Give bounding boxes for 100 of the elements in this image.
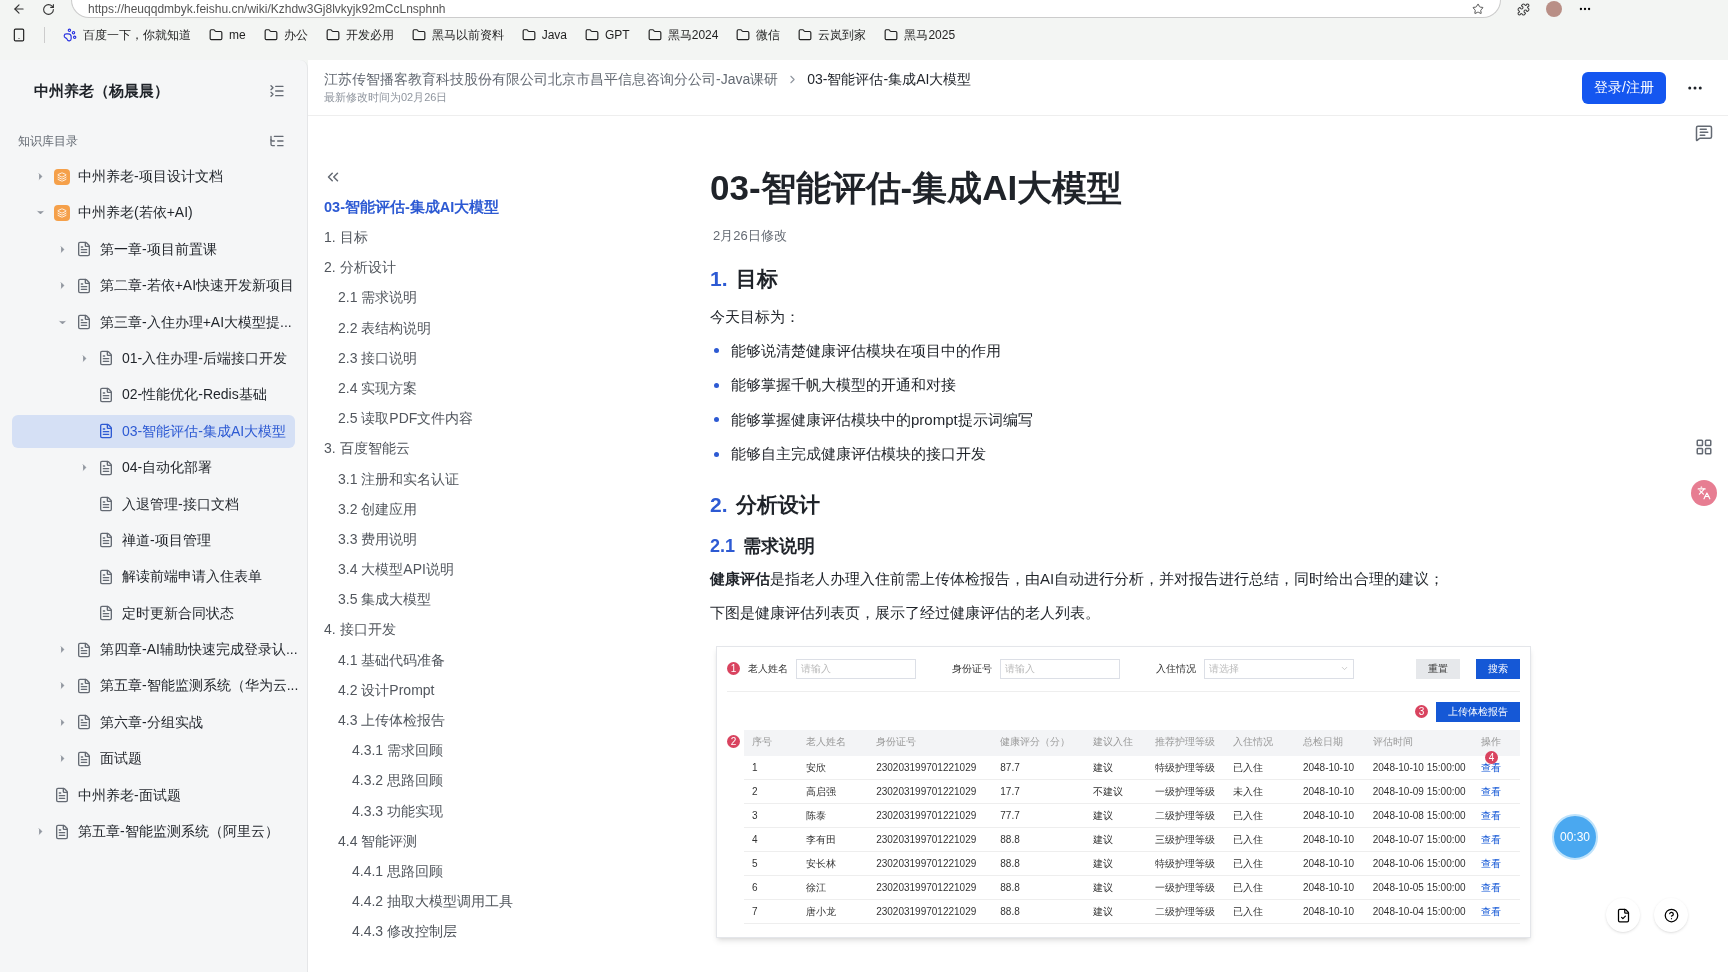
tree-item[interactable]: 中州养老-面试题: [12, 778, 295, 812]
column-header: 健康评分（分）: [992, 729, 1086, 756]
bookmark-link[interactable]: me: [209, 26, 246, 44]
view-link[interactable]: 查看: [1481, 906, 1502, 917]
tree-item[interactable]: 第五章-智能监测系统（阿里云）: [12, 815, 295, 849]
column-header: 入住情况: [1225, 729, 1295, 756]
login-button[interactable]: 登录/注册: [1582, 71, 1666, 104]
tree-item[interactable]: 中州养老(若依+AI): [12, 196, 295, 230]
table-cell: 6: [752, 882, 758, 893]
bookmark-link[interactable]: 云岚到家: [798, 26, 867, 44]
bookmark-link[interactable]: 开发必用: [325, 26, 394, 44]
table-cell: 2048-10-09 15:00:00: [1372, 786, 1466, 797]
toc-link[interactable]: 4.2 设计Prompt: [308, 674, 710, 705]
toc-link[interactable]: 3.2 创建应用: [308, 493, 710, 524]
tree-item[interactable]: 第四章-AI辅助快速完成登录认...: [12, 633, 295, 667]
tree-item[interactable]: 02-性能优化-Redis基础: [12, 378, 295, 412]
table-cell: 未入住: [1233, 786, 1264, 797]
bullet-text: 能够掌握健康评估模块中的prompt提示词编写: [731, 409, 1033, 430]
address-bar[interactable]: https://heuqqdmbyk.feishu.cn/wiki/Kzhdw3Gj8lvkyjk92mCcLnsphnh: [71, 0, 1501, 18]
outline-icon[interactable]: [269, 133, 285, 149]
table-cell: 77.7: [1000, 810, 1020, 821]
avatar-icon[interactable]: [1546, 1, 1562, 17]
comment-icon[interactable]: [1695, 124, 1713, 142]
tree-item[interactable]: 中州养老-项目设计文档: [12, 160, 295, 193]
toc-link[interactable]: 2.5 读取PDF文件内容: [308, 403, 710, 434]
table-cell: 2048-10-10: [1302, 882, 1355, 893]
toc-link[interactable]: 4.3 上传体检报告: [308, 705, 710, 736]
toc-link[interactable]: 4.4.1 思路回顾: [308, 855, 710, 887]
toc-link[interactable]: 4.3.2 思路回顾: [308, 765, 710, 796]
view-link[interactable]: 查看: [1481, 761, 1502, 773]
tree-item[interactable]: 禅道-项目管理: [12, 523, 295, 557]
table-cell: 2048-10-10: [1302, 786, 1355, 797]
tree-item[interactable]: 第三章-入住办理+AI大模型提...: [12, 305, 295, 339]
refresh-icon[interactable]: [42, 2, 55, 16]
toc-link[interactable]: 2.2 表结构说明: [308, 312, 710, 343]
toc-link[interactable]: 2.3 接口说明: [308, 342, 710, 373]
help-icon[interactable]: [1654, 898, 1688, 932]
table-cell: 17.7: [1000, 786, 1020, 797]
column-header: 推荐护理等级: [1147, 729, 1226, 756]
document-icon: [98, 350, 114, 367]
table-cell: 2048-10-10: [1302, 906, 1355, 917]
bookmark-link[interactable]: 办公: [263, 26, 308, 44]
view-link[interactable]: 查看: [1481, 786, 1502, 797]
toc-link[interactable]: 3.4 大模型API说明: [308, 554, 710, 585]
toc-link[interactable]: 1. 目标: [308, 222, 710, 253]
toc-title-link[interactable]: 03-智能评估-集成AI大模型: [308, 192, 710, 222]
column-header: 评估时间: [1364, 729, 1474, 756]
document-icon: [98, 605, 114, 622]
tree-item[interactable]: 定时更新合同状态: [12, 596, 295, 630]
toc-link[interactable]: 4.3.3 功能实现: [308, 795, 710, 826]
toc-link[interactable]: 4.3.1 需求回顾: [308, 735, 710, 766]
toc-link[interactable]: 2. 分析设计: [308, 252, 710, 283]
bookmark-link[interactable]: 黑马2025: [884, 26, 956, 44]
toc-link[interactable]: 4.4.3 修改控制层: [308, 916, 710, 947]
tree-item[interactable]: 第六章-分组实战: [12, 705, 295, 739]
bookmark-link[interactable]: Java: [521, 26, 568, 44]
toc-link[interactable]: 4.4 智能评测: [308, 825, 710, 856]
bookmark-link[interactable]: GPT: [585, 26, 630, 44]
tree-item[interactable]: 面试题: [12, 742, 295, 776]
tree-item[interactable]: 04-自动化部署: [12, 451, 295, 485]
toc-link[interactable]: 2.4 实现方案: [308, 372, 710, 404]
tree-item[interactable]: 第二章-若依+AI快速开发新项目: [12, 269, 295, 303]
table-cell: 230203199701221029: [876, 858, 977, 869]
tree-item[interactable]: 入退管理-接口文档: [12, 487, 295, 521]
view-link[interactable]: 查看: [1481, 882, 1502, 893]
reset-button[interactable]: 重置: [1416, 658, 1460, 679]
tree-item[interactable]: 01-入住办理-后端接口开发: [12, 341, 295, 375]
toc-link[interactable]: 4. 接口开发: [308, 614, 710, 645]
favorite-star-icon[interactable]: [1472, 2, 1484, 15]
breadcrumb-link[interactable]: 江苏传智播客教育科技股份有限公司北京市昌平信息咨询分公司-Java课研: [324, 69, 779, 91]
bookmark-link[interactable]: 黑马2024: [647, 26, 719, 44]
search-button[interactable]: 搜索: [1476, 658, 1520, 679]
bookmark-link[interactable]: 微信: [736, 26, 781, 44]
tree-item[interactable]: 03-智能评估-集成AI大模型: [12, 414, 295, 448]
translate-icon[interactable]: [1691, 480, 1717, 506]
view-link[interactable]: 查看: [1481, 858, 1502, 869]
document-icon: [76, 241, 92, 258]
breadcrumb-link[interactable]: 03-智能评估-集成AI大模型: [807, 69, 972, 91]
back-icon[interactable]: [12, 2, 26, 16]
collapse-sidebar-icon[interactable]: [269, 83, 285, 99]
extensions-icon[interactable]: [1517, 2, 1530, 16]
tree-item[interactable]: 解读前端申请入住表单: [12, 560, 295, 594]
document-check-icon[interactable]: [1606, 898, 1640, 932]
view-link[interactable]: 查看: [1481, 834, 1502, 845]
view-link[interactable]: 查看: [1481, 810, 1502, 821]
table-cell: 7: [752, 906, 758, 917]
toc-link[interactable]: 4.1 基础代码准备: [308, 644, 710, 675]
table-cell: 二级护理等级: [1155, 810, 1216, 821]
toc-link[interactable]: 2.1 需求说明: [308, 282, 710, 313]
bookmark-link[interactable]: 百度一下，你就知道: [63, 26, 191, 44]
toc-link[interactable]: 3. 百度智能云: [308, 433, 710, 464]
tree-item[interactable]: 第一章-项目前置课: [12, 232, 295, 266]
tree-item[interactable]: 第五章-智能监测系统（华为云...: [12, 669, 295, 703]
toc-link[interactable]: 3.3 费用说明: [308, 523, 710, 555]
apps-grid-icon[interactable]: [1695, 438, 1713, 456]
upload-button[interactable]: 上传体检报告: [1436, 701, 1520, 722]
toc-link[interactable]: 3.5 集成大模型: [308, 584, 710, 615]
toc-link[interactable]: 4.4.2 抽取大模型调用工具: [308, 886, 710, 917]
bookmark-link[interactable]: 黑马以前资料: [411, 26, 504, 44]
toc-link[interactable]: 3.1 注册和实名认证: [308, 463, 710, 494]
